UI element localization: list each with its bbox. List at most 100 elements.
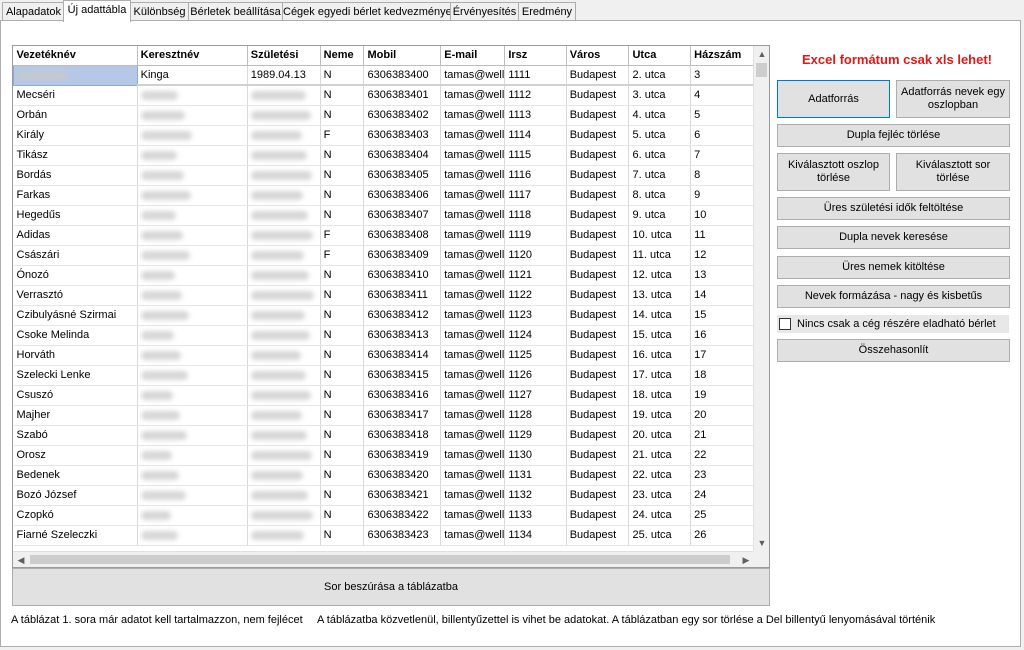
table-cell[interactable]: 6306383414: [363, 345, 442, 366]
table-row[interactable]: Adidas F 6306383408 tamas@well 1119 Budapest 1…: [13, 225, 754, 246]
table-cell[interactable]: 1120: [504, 245, 567, 266]
table-cell[interactable]: Orosz: [13, 445, 138, 466]
table-cell[interactable]: [137, 225, 248, 246]
table-cell[interactable]: tamas@well: [440, 485, 506, 506]
table-cell[interactable]: 4: [690, 85, 754, 106]
table-cell[interactable]: 4. utca: [628, 105, 692, 126]
table-cell[interactable]: 2. utca: [628, 65, 692, 86]
column-header[interactable]: Város: [566, 46, 630, 66]
table-cell[interactable]: Budapest: [566, 325, 630, 346]
table-cell[interactable]: 6306383415: [363, 365, 442, 386]
table-cell[interactable]: 19. utca: [628, 405, 692, 426]
table-cell[interactable]: tamas@well: [440, 225, 506, 246]
table-cell[interactable]: Czopkó: [13, 505, 138, 526]
tab-eredmeny[interactable]: Eredmény: [518, 2, 576, 21]
table-cell[interactable]: 1112: [504, 85, 567, 106]
table-cell[interactable]: Budapest: [566, 385, 630, 406]
table-cell[interactable]: [137, 265, 248, 286]
table-cell[interactable]: 14. utca: [628, 305, 692, 326]
table-cell[interactable]: 6306383403: [363, 125, 442, 146]
table-cell[interactable]: Budapest: [566, 225, 630, 246]
table-cell[interactable]: 23: [690, 465, 754, 486]
table-cell[interactable]: 12. utca: [628, 265, 692, 286]
table-cell[interactable]: 26: [690, 525, 754, 546]
table-cell[interactable]: tamas@well: [440, 505, 506, 526]
table-cell[interactable]: N: [320, 425, 365, 446]
table-cell[interactable]: Budapest: [566, 245, 630, 266]
table-cell[interactable]: 11: [690, 225, 754, 246]
table-cell[interactable]: Csuszó: [13, 385, 138, 406]
horizontal-scroll-thumb[interactable]: [30, 555, 730, 564]
table-cell[interactable]: 6306383401: [363, 85, 442, 106]
table-cell[interactable]: N: [320, 485, 365, 506]
table-cell[interactable]: Bozó József: [13, 485, 138, 506]
table-cell[interactable]: 6306383408: [363, 225, 442, 246]
table-row[interactable]: Bozó József N 6306383421 tamas@well 1132 Buda…: [13, 485, 754, 506]
table-cell[interactable]: tamas@well: [440, 285, 506, 306]
table-cell[interactable]: tamas@well: [440, 205, 506, 226]
table-cell[interactable]: 17: [690, 345, 754, 366]
table-cell[interactable]: 5: [690, 105, 754, 126]
table-cell[interactable]: N: [320, 465, 365, 486]
table-cell[interactable]: 15. utca: [628, 325, 692, 346]
table-cell[interactable]: 13. utca: [628, 285, 692, 306]
table-cell[interactable]: [247, 505, 321, 526]
table-cell[interactable]: 16. utca: [628, 345, 692, 366]
table-cell[interactable]: N: [320, 445, 365, 466]
scroll-down-icon[interactable]: ▼: [755, 536, 769, 550]
table-cell[interactable]: 1989.04.13: [247, 65, 321, 86]
table-cell[interactable]: 6. utca: [628, 145, 692, 166]
table-cell[interactable]: Szabó: [13, 425, 138, 446]
table-cell[interactable]: N: [320, 205, 365, 226]
table-cell[interactable]: tamas@well: [440, 325, 506, 346]
table-cell[interactable]: Verrasztó: [13, 285, 138, 306]
table-cell[interactable]: [247, 245, 321, 266]
table-cell[interactable]: Király: [13, 125, 138, 146]
table-cell[interactable]: 1134: [504, 525, 567, 546]
datasource-button[interactable]: Adatforrás: [777, 80, 890, 118]
tab-berletek-beallitasa[interactable]: Bérletek beállítása: [188, 2, 283, 21]
table-cell[interactable]: Budapest: [566, 425, 630, 446]
vertical-scroll-thumb[interactable]: [756, 63, 767, 77]
table-cell[interactable]: 6306383413: [363, 325, 442, 346]
table-cell[interactable]: 17. utca: [628, 365, 692, 386]
company-only-pass-option[interactable]: Nincs csak a cég részére eladható bérlet: [777, 315, 1009, 333]
table-cell[interactable]: tamas@well: [440, 265, 506, 286]
table-cell[interactable]: 16: [690, 325, 754, 346]
table-row[interactable]: Szelecki Lenke N 6306383415 tamas@well 1126 B…: [13, 365, 754, 386]
table-cell[interactable]: 21: [690, 425, 754, 446]
scroll-left-icon[interactable]: ◀: [14, 553, 28, 567]
table-cell[interactable]: [137, 185, 248, 206]
table-cell[interactable]: 18: [690, 365, 754, 386]
table-cell[interactable]: 6306383410: [363, 265, 442, 286]
table-row[interactable]: Mecséri N 6306383401 tamas@well 1112 Budapest…: [13, 85, 754, 106]
table-cell[interactable]: 20: [690, 405, 754, 426]
table-cell[interactable]: tamas@well: [440, 445, 506, 466]
table-cell[interactable]: Bedenek: [13, 465, 138, 486]
table-cell[interactable]: Budapest: [566, 445, 630, 466]
table-cell[interactable]: 6306383420: [363, 465, 442, 486]
table-cell[interactable]: [137, 85, 248, 106]
scroll-up-icon[interactable]: ▲: [755, 47, 769, 61]
table-cell[interactable]: tamas@well: [440, 105, 506, 126]
table-cell[interactable]: Budapest: [566, 465, 630, 486]
table-cell[interactable]: [247, 405, 321, 426]
table-cell[interactable]: 1121: [504, 265, 567, 286]
table-cell[interactable]: [247, 385, 321, 406]
table-cell[interactable]: [137, 325, 248, 346]
table-row[interactable]: Verrasztó N 6306383411 tamas@well 1122 Budape…: [13, 285, 754, 306]
table-cell[interactable]: [137, 525, 248, 546]
table-cell[interactable]: [137, 345, 248, 366]
table-cell[interactable]: 1118: [504, 205, 567, 226]
table-row[interactable]: Kinga 1989.04.13 N 6306383400 tamas@well 1111…: [13, 64, 754, 86]
table-cell[interactable]: Mecséri: [13, 85, 138, 106]
table-cell[interactable]: 6306383417: [363, 405, 442, 426]
table-cell[interactable]: [137, 125, 248, 146]
table-cell[interactable]: 18. utca: [628, 385, 692, 406]
table-cell[interactable]: [247, 465, 321, 486]
tab-ervenyesites[interactable]: Érvényesítés: [450, 2, 519, 21]
table-cell[interactable]: [247, 325, 321, 346]
table-cell[interactable]: [137, 365, 248, 386]
table-row[interactable]: Bordás N 6306383405 tamas@well 1116 Budapest 7…: [13, 165, 754, 186]
table-cell[interactable]: Császári: [13, 245, 138, 266]
